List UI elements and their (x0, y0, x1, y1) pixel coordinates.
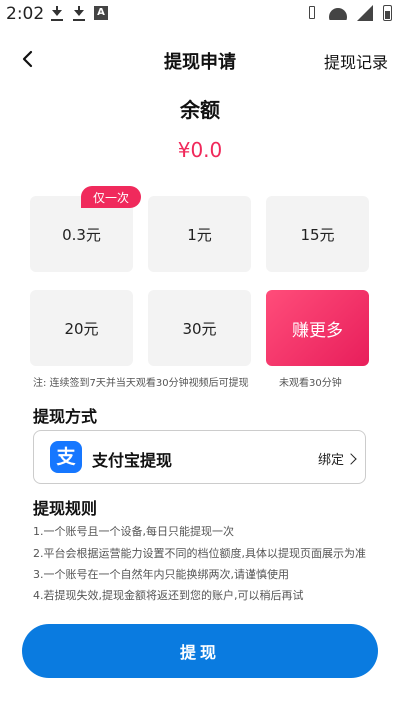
alipay-method-row[interactable]: 支 支付宝提现 绑定 (33, 430, 366, 484)
balance-value: ¥0.0 (177, 138, 223, 162)
withdraw-condition-note: 注: 连续签到7天并当天观看30分钟视频后可提现 (33, 378, 249, 389)
amount-label: 0.3元 (62, 225, 101, 244)
status-bar: 2:02 A (0, 0, 400, 28)
withdraw-rules-title: 提现规则 (33, 499, 98, 518)
signal-icon (357, 5, 373, 21)
rule-item: 4.若提现失效,提现金额将返还到您的账户,可以稍后再试 (33, 589, 304, 602)
wifi-icon (329, 6, 347, 20)
notification-icons: A (50, 5, 108, 21)
amount-option-1[interactable]: 1元 (148, 196, 251, 272)
earn-more-label: 赚更多 (292, 320, 343, 341)
status-time: 2:02 (6, 4, 45, 24)
alipay-icon: 支 (50, 441, 82, 473)
amount-label: 20元 (64, 319, 99, 338)
earn-more-button[interactable]: 赚更多 (266, 290, 369, 366)
bind-label: 绑定 (317, 453, 344, 468)
balance-label: 余额 (180, 98, 220, 122)
payment-method-name: 支付宝提现 (92, 451, 173, 470)
download-icon (72, 5, 86, 21)
vibrate-icon (305, 5, 319, 21)
watch-status-note: 未观看30分钟 (279, 378, 342, 389)
withdraw-history-link[interactable]: 提现记录 (324, 49, 388, 73)
amount-option-30[interactable]: 30元 (148, 290, 251, 366)
once-only-badge: 仅一次 (81, 186, 141, 208)
rule-item: 2.平台会根据运营能力设置不同的档位额度,具体以提现页面展示为准 (33, 547, 366, 560)
submit-label: 提现 (179, 643, 220, 662)
chevron-right-icon (345, 452, 357, 465)
amount-option-20[interactable]: 20元 (30, 290, 133, 366)
system-icons (305, 5, 392, 21)
app-notification-icon: A (94, 6, 108, 20)
payment-method-title: 提现方式 (33, 407, 98, 426)
amount-label: 30元 (182, 319, 217, 338)
bind-account-link[interactable]: 绑定 (317, 449, 357, 468)
battery-icon (383, 5, 392, 21)
rule-item: 1.一个账号且一个设备,每日只能提现一次 (33, 525, 234, 538)
amount-label: 1元 (187, 225, 212, 244)
download-icon (50, 5, 64, 21)
withdraw-submit-button[interactable]: 提现 (22, 624, 378, 678)
amount-label: 15元 (300, 225, 335, 244)
rule-item: 3.一个账号在一个自然年内只能换绑两次,请谨慎使用 (33, 568, 289, 581)
amount-option-15[interactable]: 15元 (266, 196, 369, 272)
